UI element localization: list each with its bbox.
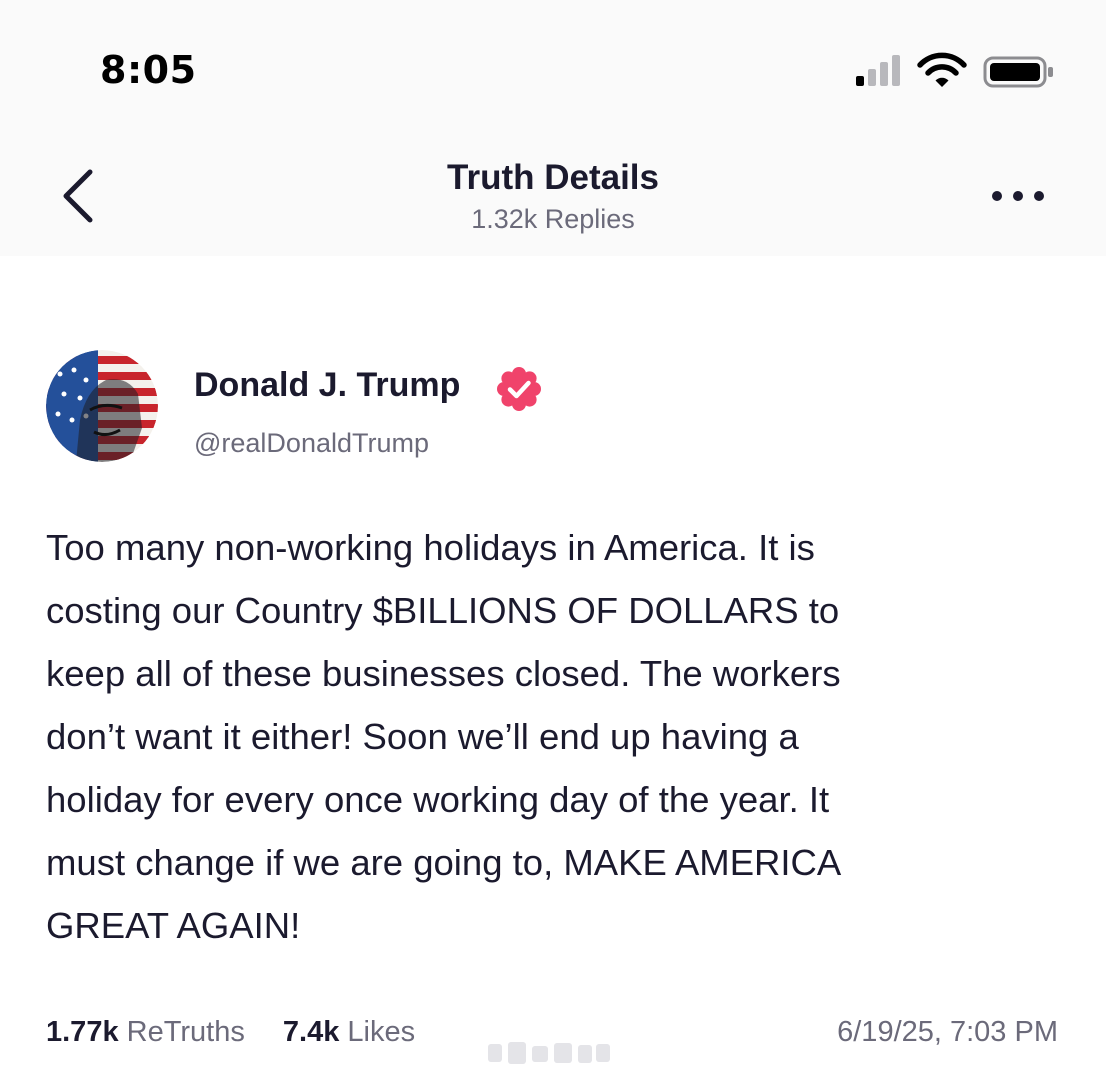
status-bar: 8:05	[0, 0, 1106, 130]
likes-stat[interactable]: 7.4k Likes	[283, 1016, 415, 1049]
likes-count: 7.4k	[282, 1016, 340, 1048]
more-options-button[interactable]	[984, 180, 1054, 214]
page-title: Truth Details	[447, 158, 659, 197]
retruths-stat[interactable]: 1.77k ReTruths	[46, 1016, 245, 1049]
post-timestamp: 6/19/25, 7:03 PM	[837, 1016, 1058, 1048]
cellular-signal-icon	[856, 55, 900, 86]
avatar-image	[46, 350, 158, 462]
post-text: Too many non-working holidays in America…	[46, 527, 842, 946]
author-name[interactable]: Donald J. Trump	[194, 366, 460, 405]
verified-badge-icon	[497, 367, 541, 411]
replies-count: 1.32k Replies	[471, 204, 635, 234]
author-handle[interactable]: @realDonaldTrump	[194, 428, 429, 459]
status-icons	[852, 52, 1062, 92]
page-header: Truth Details 1.32k Replies	[0, 130, 1106, 256]
battery-icon	[983, 56, 1053, 88]
avatar[interactable]	[46, 350, 158, 462]
watermark-logo	[488, 1042, 610, 1064]
status-time: 8:05	[100, 48, 197, 92]
likes-label: Likes	[347, 1016, 416, 1048]
retruths-label: ReTruths	[126, 1016, 245, 1048]
post-stats: 1.77k ReTruths 7.4k Likes	[46, 1016, 445, 1060]
retruths-count: 1.77k	[46, 1016, 119, 1048]
wifi-icon	[917, 52, 967, 87]
